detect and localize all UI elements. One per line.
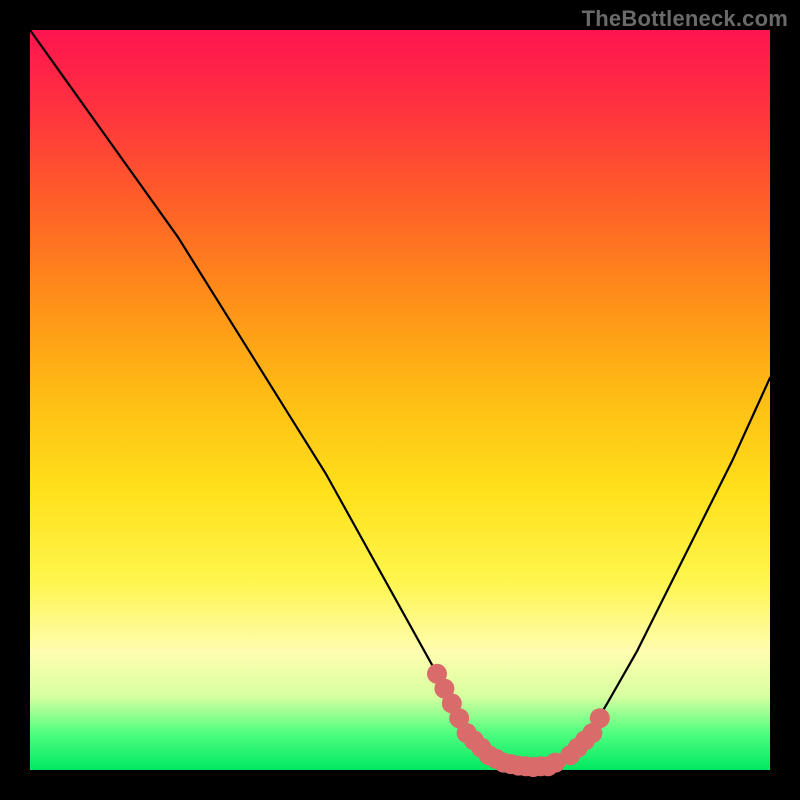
bottleneck-curve <box>30 30 770 767</box>
curve-marker <box>590 708 610 728</box>
watermark-text: TheBottleneck.com <box>582 6 788 32</box>
plot-area <box>30 30 770 770</box>
chart-svg <box>30 30 770 770</box>
curve-markers <box>427 664 610 777</box>
chart-frame: TheBottleneck.com <box>0 0 800 800</box>
